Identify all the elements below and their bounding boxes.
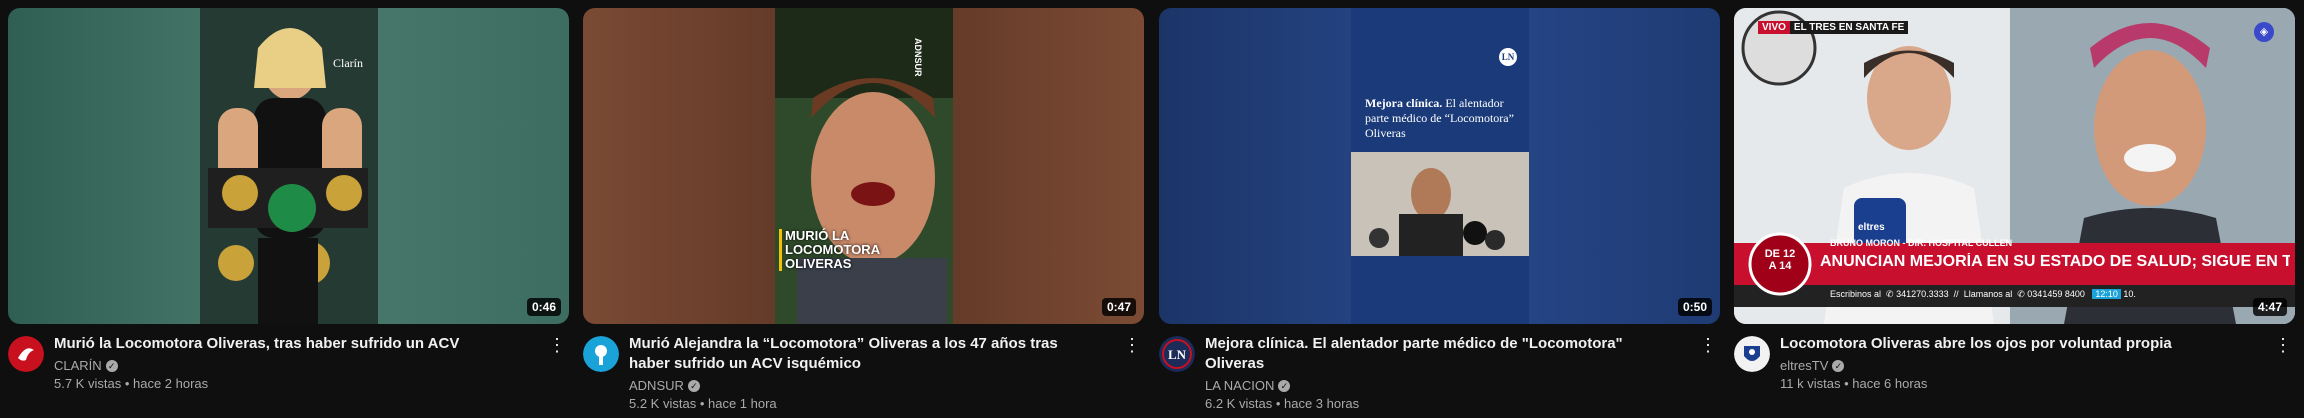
more-options-icon[interactable]: ⋮	[1696, 334, 1720, 358]
phone-icon: ✆	[1886, 289, 1894, 299]
adnsur-logo-icon	[583, 336, 619, 372]
video-stats: 6.2 K vistas • hace 3 horas	[1205, 396, 1360, 411]
channel-name[interactable]: CLARÍN	[54, 357, 102, 375]
channel-name[interactable]: LA NACION	[1205, 377, 1274, 395]
live-tag: VIVO	[1758, 21, 1790, 34]
phone-icon: ✆	[2017, 289, 2025, 299]
verified-icon: ✓	[105, 360, 118, 372]
video-card[interactable]: Clarín 0:46 Murió la Locomotora Oliveras…	[8, 8, 569, 418]
lower-third-name: BRUNO MORON - DIR. HOSPITAL CULLEN	[1830, 238, 2013, 248]
video-stats: 5.2 K vistas • hace 1 hora	[629, 396, 777, 411]
news-ticker: Escribinos al ✆ 341270.3333 // Llamanos …	[1830, 289, 2136, 299]
channel-avatar[interactable]	[1734, 336, 1770, 372]
video-stats: 5.7 K vistas • hace 2 horas	[54, 376, 209, 391]
date-badge-bottom: A 14	[1768, 260, 1792, 272]
view-count: 5.2 K vistas	[629, 396, 697, 411]
verified-icon: ✓	[1832, 360, 1845, 372]
view-count: 11 k vistas	[1780, 376, 1841, 391]
channel-name[interactable]: eltresTV	[1780, 357, 1828, 375]
more-options-icon[interactable]: ⋮	[2271, 334, 2295, 358]
video-card[interactable]: LN Mejora clínica. El alentador parte mé…	[1159, 8, 1720, 418]
upload-age: hace 3 horas	[1283, 396, 1360, 411]
video-title[interactable]: Murió la Locomotora Oliveras, tras haber…	[54, 334, 524, 354]
channel-name-row: CLARÍN ✓	[54, 357, 524, 375]
video-duration: 0:46	[526, 298, 561, 316]
channel-name-row: ADNSUR ✓	[629, 377, 1099, 395]
svg-text:LN: LN	[1168, 347, 1187, 362]
shield-logo-icon: ◈	[2254, 22, 2274, 42]
channel-name-row: LA NACION ✓	[1205, 377, 1675, 395]
thumbnail-watermark: ADNSUR	[913, 38, 923, 77]
ticker-text-1: Escribinos al	[1830, 289, 1882, 299]
video-thumbnail[interactable]: Clarín 0:46	[8, 8, 569, 324]
thumbnail-caption: MURIÓ LA LOCOMOTORA OLIVERAS	[779, 229, 915, 271]
clarin-logo-icon	[8, 336, 44, 372]
mic-flag: eltres	[1858, 222, 1885, 233]
eltres-logo-icon	[1734, 336, 1770, 372]
live-channel-label: EL TRES EN SANTA FE	[1789, 21, 1909, 34]
ticker-text-2: Llamanos al	[1963, 289, 2013, 299]
video-title[interactable]: Mejora clínica. El alentador parte médic…	[1205, 334, 1675, 374]
upload-age: hace 6 horas	[1852, 376, 1928, 391]
channel-avatar[interactable]: LN	[1159, 336, 1195, 372]
upload-age: hace 2 horas	[132, 376, 209, 391]
more-options-icon[interactable]: ⋮	[1120, 334, 1144, 358]
video-duration: 4:47	[2252, 298, 2287, 316]
channel-name[interactable]: ADNSUR	[629, 377, 684, 395]
ticker-phone-1: 341270.3333	[1896, 289, 1949, 299]
video-grid-row: Clarín 0:46 Murió la Locomotora Oliveras…	[0, 0, 2304, 416]
thumbnail-caption-heading: Mejora clínica.	[1365, 96, 1443, 110]
channel-avatar[interactable]	[8, 336, 44, 372]
lower-third-headline: ANUNCIAN MEJORÍA EN SU ESTADO DE SALUD; …	[1820, 253, 2290, 270]
date-badge-top: DE 12	[1764, 248, 1796, 260]
ticker-time: 12:10	[2092, 289, 2121, 299]
verified-icon: ✓	[1278, 380, 1291, 392]
view-count: 5.7 K vistas	[54, 376, 122, 391]
thumbnail-caption: Mejora clínica. El alentador parte médic…	[1365, 96, 1515, 141]
video-card[interactable]: VIVO EL TRES EN SANTA FE ◈ eltres BRUNO M…	[1734, 8, 2295, 418]
date-badge: DE 12 A 14	[1762, 248, 1798, 272]
ticker-phone-2: 0341459 8400	[2027, 289, 2085, 299]
upload-age: hace 1 hora	[707, 396, 777, 411]
video-title[interactable]: Locomotora Oliveras abre los ojos por vo…	[1780, 334, 2250, 354]
video-stats: 11 k vistas • hace 6 horas	[1780, 376, 1928, 391]
video-thumbnail[interactable]: ADNSUR MURIÓ LA LOCOMOTORA OLIVERAS 0:47	[583, 8, 1144, 324]
video-duration: 0:47	[1101, 298, 1136, 316]
video-card[interactable]: ADNSUR MURIÓ LA LOCOMOTORA OLIVERAS 0:47…	[583, 8, 1144, 418]
video-thumbnail[interactable]: VIVO EL TRES EN SANTA FE ◈ eltres BRUNO M…	[1734, 8, 2295, 324]
channel-avatar[interactable]	[583, 336, 619, 372]
video-title[interactable]: Murió Alejandra la “Locomotora” Oliveras…	[629, 334, 1099, 374]
thumbnail-watermark: Clarín	[333, 56, 363, 70]
live-badge: VIVO EL TRES EN SANTA FE	[1758, 21, 1909, 34]
thumbnail-logo: LN	[1499, 48, 1517, 66]
verified-icon: ✓	[687, 380, 700, 392]
video-duration: 0:50	[1677, 298, 1712, 316]
channel-name-row: eltresTV ✓	[1780, 357, 2250, 375]
la-nacion-logo-icon: LN	[1159, 336, 1195, 372]
more-options-icon[interactable]: ⋮	[545, 334, 569, 358]
ticker-end: 10.	[2123, 289, 2136, 299]
video-thumbnail[interactable]: LN Mejora clínica. El alentador parte mé…	[1159, 8, 1720, 324]
view-count: 6.2 K vistas	[1205, 396, 1273, 411]
